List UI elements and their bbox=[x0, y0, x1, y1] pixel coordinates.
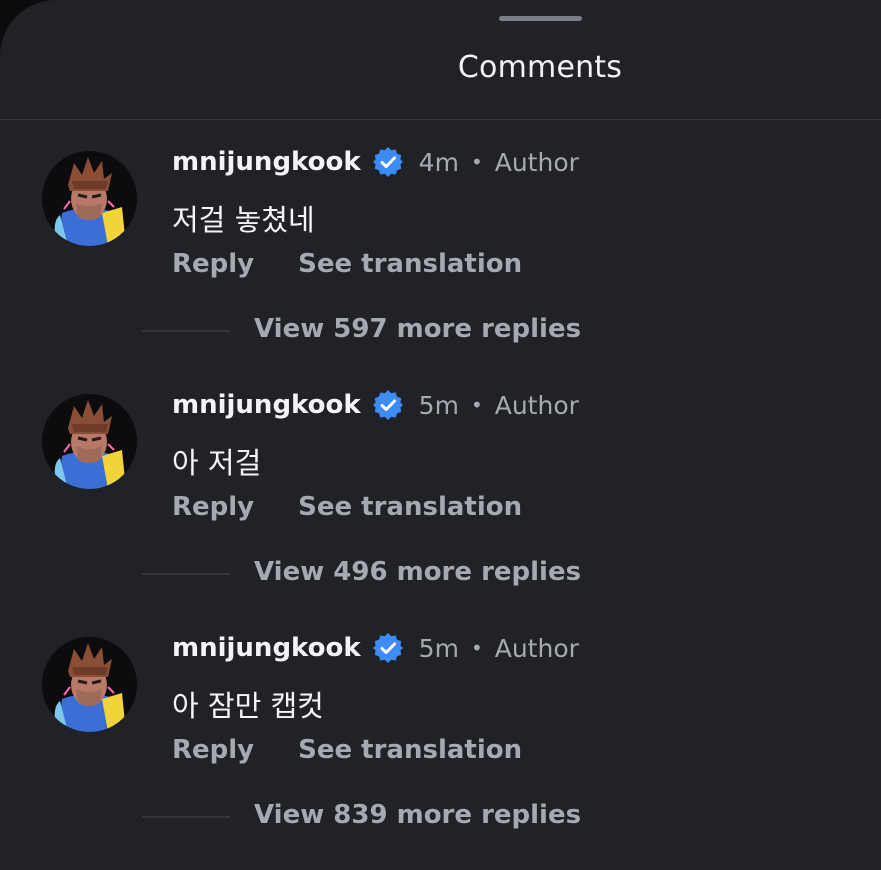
reply-button[interactable]: Reply bbox=[172, 492, 254, 522]
view-replies-button[interactable]: View 496 more replies bbox=[254, 557, 581, 587]
see-translation-button[interactable]: See translation bbox=[298, 735, 522, 765]
avatar[interactable] bbox=[42, 394, 137, 489]
replies-divider bbox=[142, 330, 230, 332]
replies-divider bbox=[142, 573, 230, 575]
comment-meta: mnijungkook 4m • Author bbox=[172, 145, 579, 179]
comment-text: 저걸 놓쳤네 bbox=[172, 203, 315, 237]
username[interactable]: mnijungkook bbox=[172, 147, 361, 177]
author-label: Author bbox=[494, 390, 579, 420]
comment-actions: Reply See translation bbox=[172, 492, 522, 522]
comments-sheet: Comments mnijungkook 4m • Author 저걸 놓쳤네 … bbox=[0, 0, 881, 870]
see-translation-button[interactable]: See translation bbox=[298, 249, 522, 279]
author-label: Author bbox=[494, 147, 579, 177]
verified-badge-icon bbox=[371, 388, 405, 422]
view-replies-button[interactable]: View 839 more replies bbox=[254, 800, 581, 830]
comment-meta: mnijungkook 5m • Author bbox=[172, 631, 579, 665]
comment-time: 5m bbox=[418, 633, 459, 663]
comment-text: 아 잠만 캡컷 bbox=[172, 689, 324, 723]
comment-time: 4m bbox=[418, 147, 459, 177]
avatar[interactable] bbox=[42, 151, 137, 246]
comment-item: mnijungkook 4m • Author 저걸 놓쳤네 Reply See… bbox=[0, 121, 881, 364]
username[interactable]: mnijungkook bbox=[172, 633, 361, 663]
avatar[interactable] bbox=[42, 637, 137, 732]
view-replies-button[interactable]: View 597 more replies bbox=[254, 314, 581, 344]
reply-button[interactable]: Reply bbox=[172, 735, 254, 765]
comment-actions: Reply See translation bbox=[172, 735, 522, 765]
comment-item: mnijungkook 5m • Author 아 저걸 Reply See t… bbox=[0, 364, 881, 607]
separator-dot: • bbox=[470, 393, 483, 417]
separator-dot: • bbox=[470, 150, 483, 174]
comment-item: mnijungkook 5m • Author 아 잠만 캡컷 Reply Se… bbox=[0, 607, 881, 850]
drag-handle[interactable] bbox=[499, 16, 582, 21]
verified-badge-icon bbox=[371, 145, 405, 179]
comment-time: 5m bbox=[418, 390, 459, 420]
comment-text: 아 저걸 bbox=[172, 446, 262, 480]
reply-button[interactable]: Reply bbox=[172, 249, 254, 279]
verified-badge-icon bbox=[371, 631, 405, 665]
sheet-title: Comments bbox=[457, 50, 623, 85]
separator-dot: • bbox=[470, 636, 483, 660]
see-translation-button[interactable]: See translation bbox=[298, 492, 522, 522]
replies-divider bbox=[142, 816, 230, 818]
username[interactable]: mnijungkook bbox=[172, 390, 361, 420]
author-label: Author bbox=[494, 633, 579, 663]
comment-meta: mnijungkook 5m • Author bbox=[172, 388, 579, 422]
header-divider bbox=[0, 119, 881, 120]
comment-actions: Reply See translation bbox=[172, 249, 522, 279]
